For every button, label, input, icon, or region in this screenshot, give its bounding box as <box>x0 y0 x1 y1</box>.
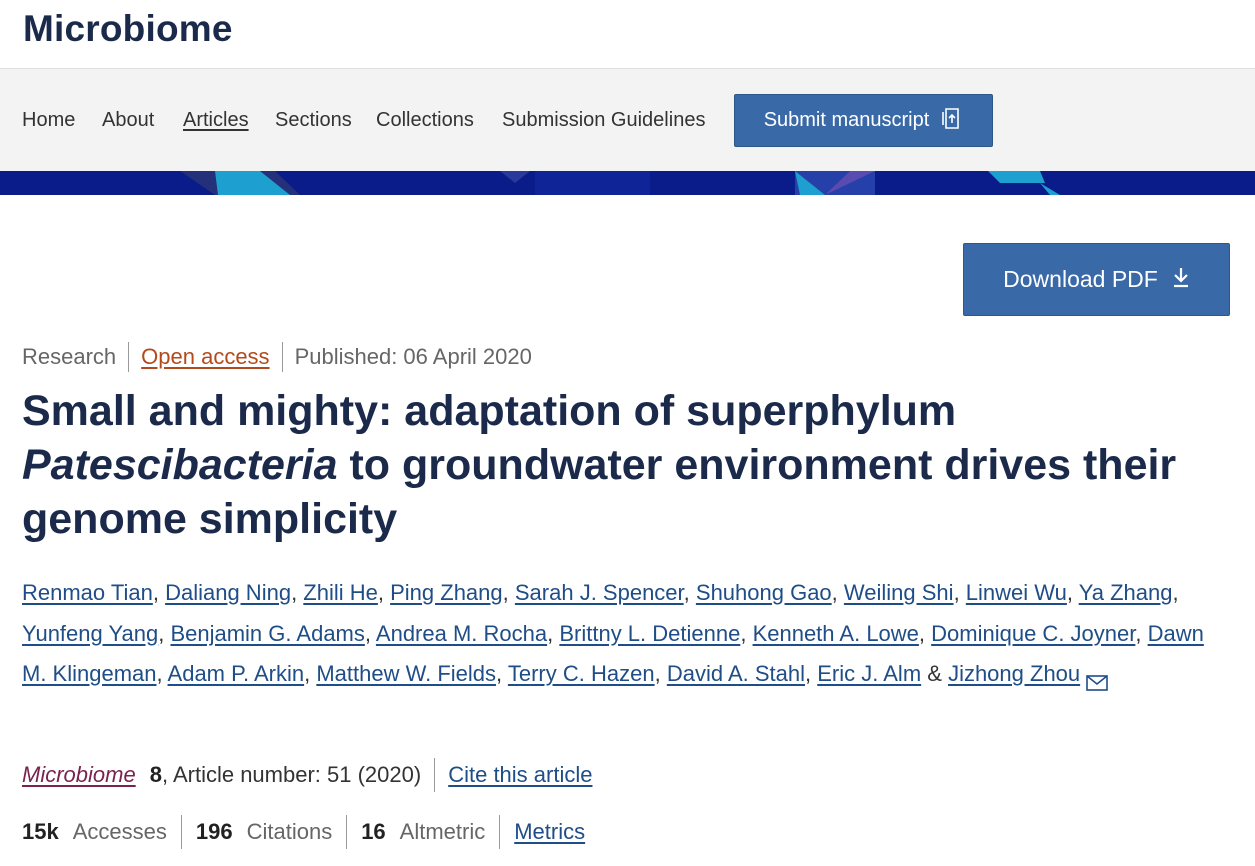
title-part1: Small and mighty: adaptation of superphy… <box>22 387 957 435</box>
cite-this-article-link[interactable]: Cite this article <box>448 762 592 788</box>
author-link[interactable]: Linwei Wu <box>966 580 1067 605</box>
divider <box>434 758 436 792</box>
author-link[interactable]: Eric J. Alm <box>817 661 921 686</box>
decorative-banner <box>0 171 1255 195</box>
divider <box>128 342 130 372</box>
metrics-link[interactable]: Metrics <box>514 819 585 845</box>
title-italic: Patescibacteria <box>22 441 338 489</box>
download-pdf-button[interactable]: Download PDF <box>963 243 1230 316</box>
author-link[interactable]: Renmao Tian <box>22 580 153 605</box>
nav-about[interactable]: About <box>102 109 154 132</box>
published-date: Published: 06 April 2020 <box>294 344 532 369</box>
author-link[interactable]: Terry C. Hazen <box>508 661 655 686</box>
altmetric-label: Altmetric <box>399 819 486 844</box>
author-link[interactable]: Adam P. Arkin <box>168 661 305 686</box>
nav-collections[interactable]: Collections <box>376 109 474 132</box>
submit-manuscript-button[interactable]: Submit manuscript <box>734 94 993 147</box>
submit-doc-icon <box>939 105 963 137</box>
author-link[interactable]: Ping Zhang <box>390 580 503 605</box>
citations-label: Citations <box>246 819 333 844</box>
author-link[interactable]: Andrea M. Rocha <box>376 621 547 646</box>
author-link[interactable]: Benjamin G. Adams <box>170 621 364 646</box>
divider <box>180 815 182 849</box>
metrics-bar: 15k Accesses 196 Citations 16 Altmetric … <box>22 815 585 849</box>
masthead: Microbiome <box>0 0 1255 68</box>
download-pdf-label: Download PDF <box>1003 266 1158 292</box>
altmetric-score: 16 <box>361 819 386 844</box>
divider <box>281 342 283 372</box>
nav-articles[interactable]: Articles <box>183 109 249 132</box>
open-access-link[interactable]: Open access <box>141 344 269 370</box>
corresponding-author-link[interactable]: Jizhong Zhou <box>948 661 1080 686</box>
nav-sections[interactable]: Sections <box>275 109 352 132</box>
author-link[interactable]: Kenneth A. Lowe <box>753 621 919 646</box>
author-link[interactable]: Brittny L. Detienne <box>559 621 740 646</box>
author-link[interactable]: Ya Zhang <box>1079 580 1173 605</box>
download-icon <box>1172 266 1190 294</box>
author-link[interactable]: Zhili He <box>303 580 378 605</box>
article-title: Small and mighty: adaptation of superphy… <box>22 384 1222 546</box>
divider <box>499 815 501 849</box>
journal-link[interactable]: Microbiome <box>22 762 136 788</box>
article-number: , Article number: 51 (2020) <box>161 762 422 787</box>
author-link[interactable]: Matthew W. Fields <box>316 661 496 686</box>
nav-submission-guidelines[interactable]: Submission Guidelines <box>502 109 705 132</box>
accesses-count: 15k <box>22 819 59 844</box>
divider <box>346 815 348 849</box>
article-meta: Research Open access Published: 06 April… <box>22 342 532 372</box>
author-link[interactable]: Daliang Ning <box>165 580 291 605</box>
author-link[interactable]: Weiling Shi <box>844 580 954 605</box>
main-nav: Home About Articles Sections Collections… <box>0 68 1255 172</box>
citations-count: 196 <box>195 819 233 844</box>
nav-home[interactable]: Home <box>22 109 75 132</box>
journal-logo-link[interactable]: Microbiome <box>23 8 233 50</box>
accesses-label: Accesses <box>72 819 167 844</box>
volume: 8 <box>149 762 162 787</box>
submit-manuscript-label: Submit manuscript <box>763 109 930 131</box>
citation-line: Microbiome 8 , Article number: 51 (2020)… <box>22 758 592 792</box>
article-type: Research <box>22 344 117 369</box>
author-list: Renmao Tian, Daliang Ning, Zhili He, Pin… <box>22 573 1232 705</box>
author-link[interactable]: Yunfeng Yang <box>22 621 158 646</box>
author-link[interactable]: Shuhong Gao <box>696 580 832 605</box>
author-link[interactable]: Dominique C. Joyner <box>931 621 1135 646</box>
author-link[interactable]: David A. Stahl <box>667 661 805 686</box>
author-link[interactable]: Sarah J. Spencer <box>515 580 684 605</box>
mail-icon[interactable] <box>1086 664 1108 705</box>
